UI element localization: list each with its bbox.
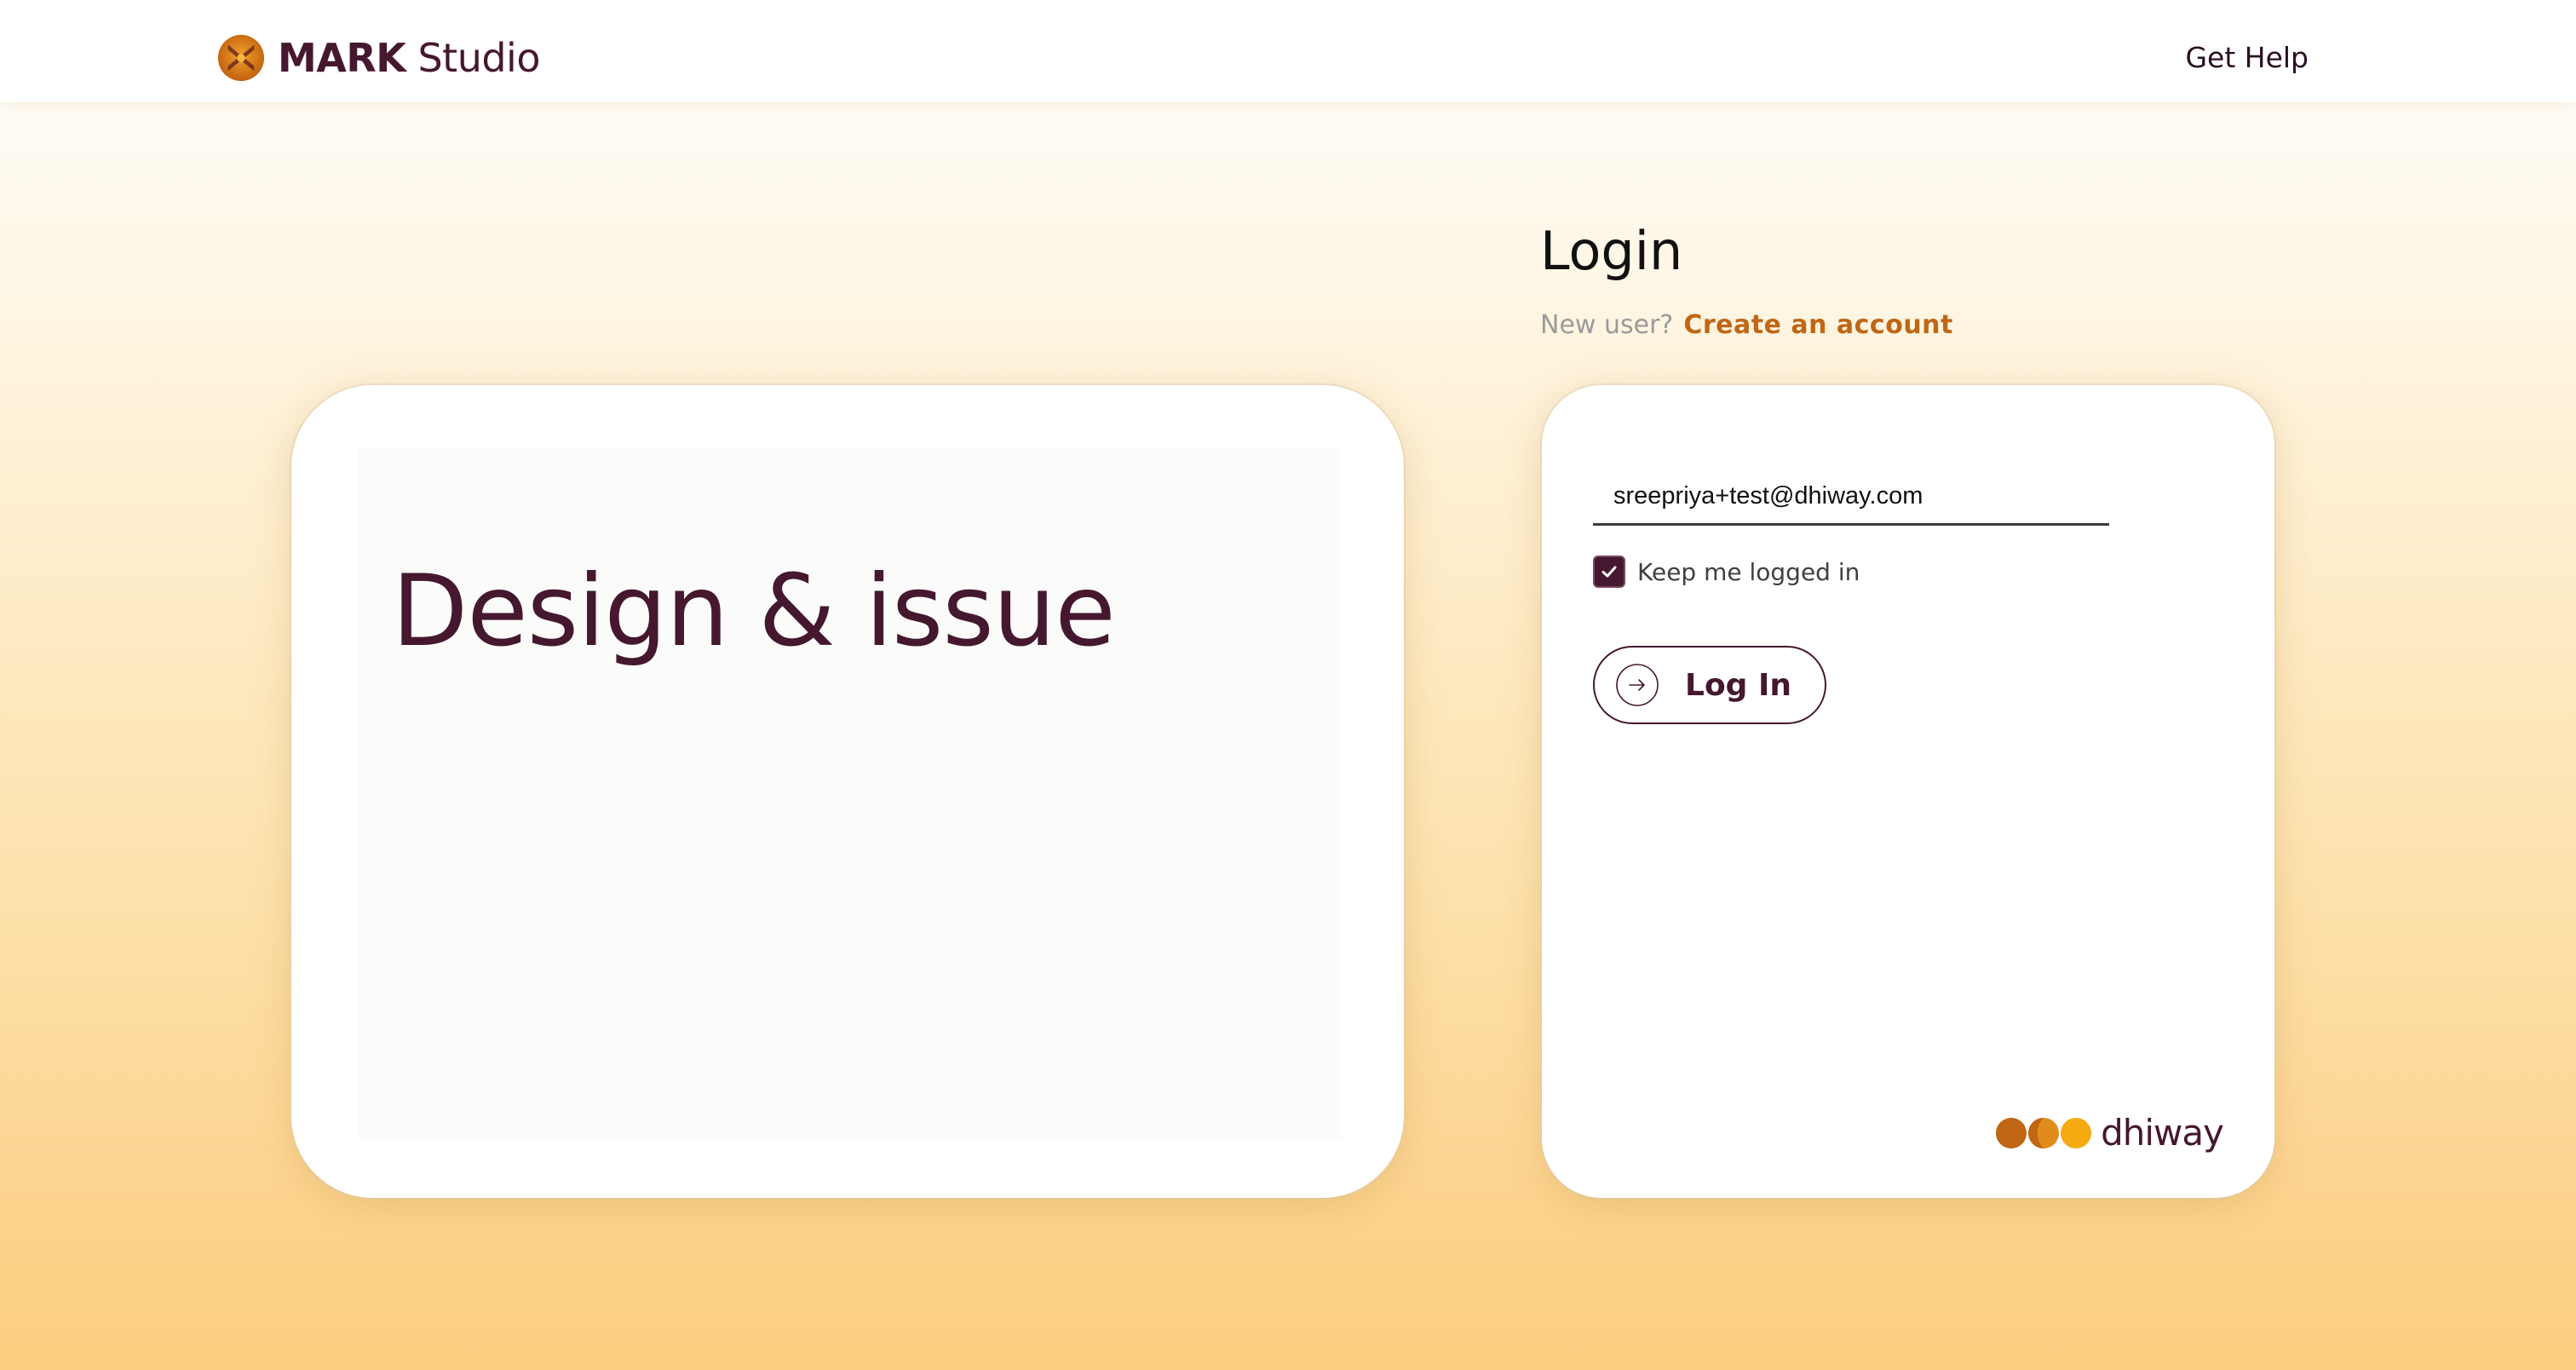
hero-title: Design & issue bbox=[392, 554, 1116, 669]
hero-card: Design & issue bbox=[291, 385, 1404, 1198]
dhiway-dots-logo-icon bbox=[1996, 1117, 2092, 1148]
keep-logged-in-option[interactable]: Keep me logged in bbox=[1593, 555, 1860, 588]
dhiway-brand: dhiway bbox=[1995, 1112, 2224, 1154]
new-user-row: New user? Create an account bbox=[1540, 310, 1953, 340]
keep-logged-in-checkbox[interactable] bbox=[1593, 555, 1625, 588]
hero-panel: Design & issue bbox=[358, 448, 1341, 1138]
login-title: Login bbox=[1540, 220, 1683, 282]
dhiway-wordmark: dhiway bbox=[2101, 1112, 2224, 1154]
keep-logged-in-label: Keep me logged in bbox=[1637, 557, 1860, 586]
create-account-link[interactable]: Create an account bbox=[1683, 310, 1953, 340]
log-in-button-label: Log In bbox=[1685, 667, 1791, 703]
arrow-right-circle-icon bbox=[1616, 664, 1659, 706]
log-in-button[interactable]: Log In bbox=[1593, 646, 1826, 724]
brand-name-strong: MARK bbox=[278, 35, 406, 81]
email-field[interactable] bbox=[1593, 469, 2109, 523]
checkmark-icon bbox=[1601, 566, 1617, 578]
email-field-wrapper bbox=[1593, 469, 2109, 526]
mark-studio-logo-icon bbox=[217, 34, 265, 82]
login-card: Keep me logged in Log In dhiway bbox=[1542, 385, 2274, 1198]
brand-name-light: Studio bbox=[417, 35, 540, 81]
brand-home-link[interactable]: MARK Studio bbox=[216, 31, 540, 85]
get-help-link[interactable]: Get Help bbox=[2185, 41, 2309, 74]
new-user-prompt: New user? bbox=[1540, 310, 1674, 340]
top-header: MARK Studio Get Help bbox=[0, 0, 2576, 102]
